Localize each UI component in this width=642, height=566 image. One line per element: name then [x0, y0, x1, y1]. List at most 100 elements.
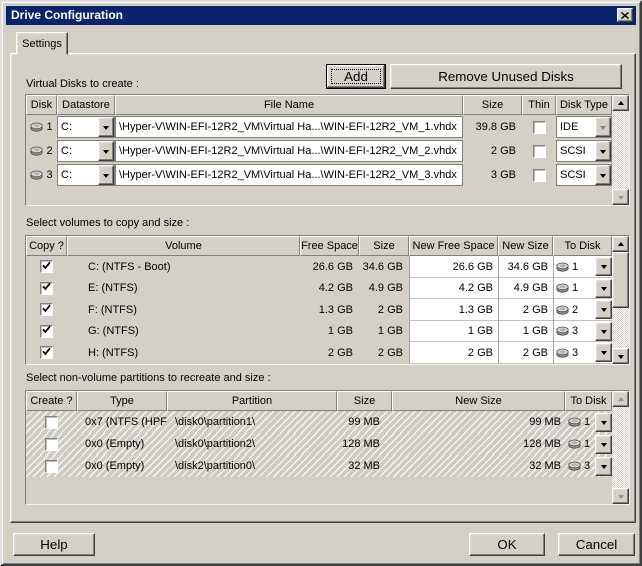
checkbox[interactable]: [533, 169, 546, 182]
cell-text: 2 GB: [523, 304, 553, 316]
column-header: Disk: [26, 95, 57, 115]
disk-type-combo[interactable]: SCSI: [556, 164, 612, 186]
new-free-space-cell[interactable]: 1.3 GB: [409, 299, 498, 321]
dropdown-button[interactable]: [595, 322, 612, 341]
scrollbar-thumb[interactable]: [612, 252, 629, 308]
chevron-down-icon: [601, 308, 607, 315]
cell: SCSI: [556, 163, 612, 187]
column-header-label: Partition: [232, 395, 272, 407]
remove-unused-disks-button[interactable]: Remove Unused Disks: [390, 64, 622, 89]
checkbox[interactable]: [40, 303, 53, 316]
new-size-cell[interactable]: 34.6 GB: [498, 256, 553, 278]
add-button[interactable]: Add: [326, 64, 386, 89]
close-button[interactable]: [617, 8, 633, 22]
dropdown-button[interactable]: [595, 279, 612, 298]
ok-button[interactable]: OK: [469, 533, 545, 556]
dropdown-button[interactable]: [98, 141, 114, 161]
cell-text: 2 GB: [523, 347, 553, 359]
datastore-combo[interactable]: C:: [57, 140, 115, 162]
new-size-cell[interactable]: 2 GB: [498, 299, 553, 321]
scroll-down-button[interactable]: [612, 348, 629, 364]
checkbox[interactable]: [40, 346, 53, 359]
chevron-down-icon: [601, 351, 607, 358]
dropdown-button[interactable]: [595, 343, 612, 362]
column-header-label: New Size: [502, 240, 548, 252]
column-header: Copy ?: [26, 236, 67, 256]
dropdown-button[interactable]: [595, 435, 612, 454]
scrollbar[interactable]: [612, 95, 629, 205]
virtual-disk-row: 1 C:\Hyper-V\WIN-EFI-12R2_VM\Virtual Ha..…: [26, 115, 612, 139]
disk-number-cell: 1: [26, 115, 57, 139]
disk-icon: [568, 461, 581, 471]
scroll-down-button[interactable]: [612, 189, 629, 205]
help-button[interactable]: Help: [13, 533, 95, 556]
cell: C:: [57, 115, 115, 139]
scroll-down-button[interactable]: [612, 488, 629, 504]
disk-number: 2: [46, 145, 52, 157]
checkbox[interactable]: [40, 260, 53, 273]
checkbox[interactable]: [45, 438, 58, 451]
partition-row: 0x0 (Empty)\disk2\partition0\32 MB32 MB3: [26, 455, 612, 477]
cell-text: 2 GB: [378, 347, 409, 359]
cell-text: 128 MB: [342, 438, 392, 450]
file-name-field[interactable]: \Hyper-V\WIN-EFI-12R2_VM\Virtual Ha...\W…: [115, 164, 463, 186]
cell: E: (NTFS): [67, 278, 300, 300]
checkbox[interactable]: [40, 282, 53, 295]
scroll-up-button[interactable]: [612, 95, 629, 111]
column-header-label: File Name: [264, 99, 314, 111]
checkbox[interactable]: [45, 416, 58, 429]
title-bar: Drive Configuration: [6, 6, 636, 25]
dropdown-button[interactable]: [595, 141, 611, 161]
new-size-cell[interactable]: 4.9 GB: [498, 278, 553, 300]
to-disk-cell: 1: [553, 256, 612, 278]
checkbox[interactable]: [533, 145, 546, 158]
scroll-up-button[interactable]: [612, 236, 629, 252]
tab-settings[interactable]: Settings: [16, 32, 68, 55]
dropdown-button[interactable]: [98, 165, 114, 185]
new-size-cell[interactable]: 1 GB: [498, 321, 553, 343]
to-disk-number: 1: [572, 282, 578, 294]
file-name-field[interactable]: \Hyper-V\WIN-EFI-12R2_VM\Virtual Ha...\W…: [115, 116, 463, 138]
new-free-space-cell[interactable]: 1 GB: [409, 321, 498, 343]
checkbox[interactable]: [40, 325, 53, 338]
file-name-field[interactable]: \Hyper-V\WIN-EFI-12R2_VM\Virtual Ha...\W…: [115, 140, 463, 162]
column-header: New Size: [498, 236, 553, 256]
to-disk-cell: 1: [553, 278, 612, 300]
disk-type-combo[interactable]: SCSI: [556, 140, 612, 162]
dropdown-button[interactable]: [595, 413, 612, 432]
dropdown-button[interactable]: [595, 257, 612, 276]
cell-text: 2 GB: [491, 145, 522, 157]
column-header: Type: [77, 391, 167, 411]
dropdown-button[interactable]: [595, 165, 611, 185]
disk-type-combo[interactable]: IDE: [556, 116, 612, 138]
new-size-cell[interactable]: 2 GB: [498, 342, 553, 364]
datastore-combo[interactable]: C:: [57, 116, 115, 138]
checkbox[interactable]: [533, 121, 546, 134]
dropdown-button[interactable]: [98, 117, 114, 137]
column-header-label: Size: [354, 395, 375, 407]
scrollbar[interactable]: [612, 236, 629, 364]
dropdown-button[interactable]: [595, 300, 612, 319]
cell: 2 GB: [359, 299, 409, 321]
cell-text: G: (NTFS): [67, 325, 139, 337]
datastore-combo[interactable]: C:: [57, 164, 115, 186]
cell-text: 1 GB: [523, 325, 553, 337]
scroll-up-button[interactable]: [612, 391, 629, 407]
new-free-space-cell[interactable]: 2 GB: [409, 342, 498, 364]
dropdown-button[interactable]: [595, 457, 612, 476]
scrollbar[interactable]: [612, 391, 629, 504]
cell: 34.6 GB: [359, 256, 409, 278]
to-disk-number: 1: [572, 261, 578, 273]
cell: 32 MB: [392, 455, 565, 477]
cell: 1 GB: [359, 321, 409, 343]
column-header-label: Size: [482, 99, 503, 111]
cell: IDE: [556, 115, 612, 139]
disk-number: 1: [46, 121, 52, 133]
cell: 0x0 (Empty): [77, 455, 167, 477]
new-free-space-cell[interactable]: 4.2 GB: [409, 278, 498, 300]
cancel-button[interactable]: Cancel: [558, 533, 635, 556]
checkbox[interactable]: [45, 460, 58, 473]
new-free-space-cell[interactable]: 26.6 GB: [409, 256, 498, 278]
cell-text: 0x0 (Empty): [77, 438, 144, 450]
tab-settings-label: Settings: [22, 38, 62, 50]
